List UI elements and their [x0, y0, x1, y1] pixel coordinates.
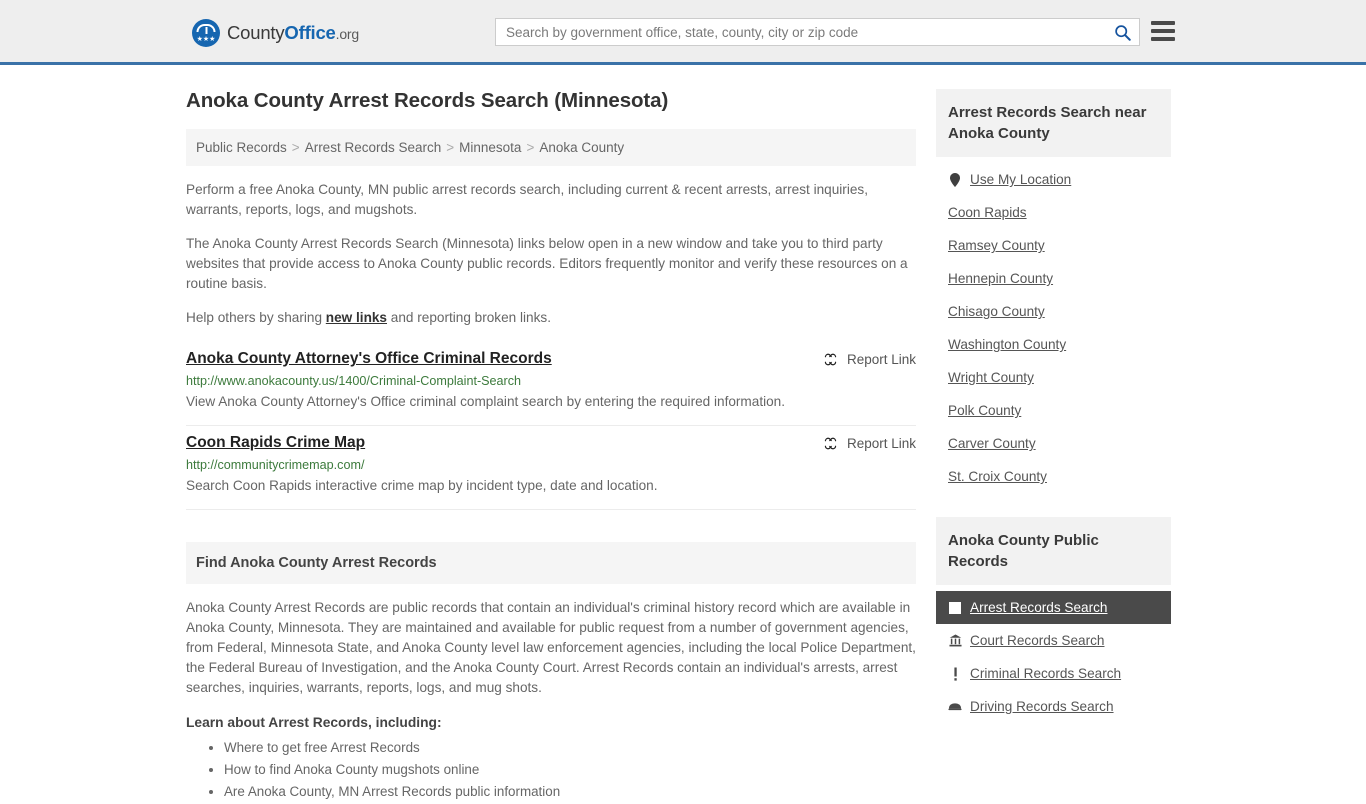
new-links-link[interactable]: new links	[326, 310, 387, 325]
report-link-button[interactable]: Report Link	[823, 350, 916, 367]
sidebar-nearby-list: Use My Location Coon Rapids Ramsey Count…	[936, 157, 1171, 493]
sidebar-item-label[interactable]: Washington County	[948, 337, 1066, 352]
sidebar-item-arrest-records-search[interactable]: Arrest Records Search	[936, 591, 1171, 624]
search-input[interactable]	[496, 19, 1105, 45]
sidebar-item-washington-county[interactable]: Washington County	[936, 328, 1171, 361]
breadcrumb-item-public-records[interactable]: Public Records	[196, 140, 287, 155]
search-bar	[495, 18, 1140, 46]
breadcrumb-separator: >	[446, 140, 455, 155]
sidebar-item-use-my-location[interactable]: Use My Location	[936, 163, 1171, 196]
result-url: http://communitycrimemap.com/	[186, 458, 365, 472]
breadcrumb-item-minnesota[interactable]: Minnesota	[459, 140, 521, 155]
hamburger-menu-icon[interactable]	[1151, 21, 1175, 41]
result-header-row: Coon Rapids Crime Map Report Link	[186, 434, 916, 452]
sidebar-heading-near: Arrest Records Search near Anoka County	[936, 89, 1171, 157]
broken-link-icon	[824, 437, 837, 450]
breadcrumb: Public Records > Arrest Records Search > Min…	[186, 129, 916, 166]
share-text-after: and reporting broken links.	[387, 310, 551, 325]
sidebar-item-label[interactable]: Court Records Search	[970, 633, 1104, 648]
sidebar-item-label[interactable]: Use My Location	[970, 172, 1071, 187]
hamburger-bar	[1151, 29, 1175, 33]
breadcrumb-item-arrest-records-search[interactable]: Arrest Records Search	[305, 140, 442, 155]
sidebar-item-st-croix-county[interactable]: St. Croix County	[936, 460, 1171, 493]
brand-prefix: County	[227, 22, 285, 43]
breadcrumb-separator: >	[526, 140, 535, 155]
sidebar-item-wright-county[interactable]: Wright County	[936, 361, 1171, 394]
sidebar-heading-public-records: Anoka County Public Records	[936, 517, 1171, 585]
brand-wordmark: CountyOffice.org	[227, 22, 359, 44]
result-description: View Anoka County Attorney's Office crim…	[186, 394, 786, 409]
sidebar-item-polk-county[interactable]: Polk County	[936, 394, 1171, 427]
result-url: http://www.anokacounty.us/1400/Criminal-…	[186, 374, 522, 388]
sidebar-item-carver-county[interactable]: Carver County	[936, 427, 1171, 460]
sidebar-item-label[interactable]: Polk County	[948, 403, 1021, 418]
list-item: Are Anoka County, MN Arrest Records publ…	[224, 782, 916, 802]
sidebar-item-label[interactable]: Chisago County	[948, 304, 1045, 319]
result-description: Search Coon Rapids interactive crime map…	[186, 478, 658, 493]
intro-paragraph-2: The Anoka County Arrest Records Search (…	[186, 236, 908, 291]
sidebar-item-coon-rapids[interactable]: Coon Rapids	[936, 196, 1171, 229]
result-title-link[interactable]: Coon Rapids Crime Map	[186, 434, 365, 452]
sidebar-item-label[interactable]: Coon Rapids	[948, 205, 1027, 220]
sidebar-item-ramsey-county[interactable]: Ramsey County	[936, 229, 1171, 262]
section-body: Anoka County Arrest Records are public r…	[186, 600, 916, 695]
sidebar-item-label[interactable]: St. Croix County	[948, 469, 1047, 484]
sidebar: Arrest Records Search near Anoka County …	[936, 65, 1171, 804]
sidebar-item-criminal-records-search[interactable]: Criminal Records Search	[936, 657, 1171, 690]
sidebar-item-hennepin-county[interactable]: Hennepin County	[936, 262, 1171, 295]
brand-tld: .org	[335, 26, 360, 42]
map-pin-icon	[948, 172, 962, 187]
search-icon	[1114, 24, 1131, 41]
intro-paragraph-3: Help others by sharing new links and rep…	[186, 308, 916, 328]
result-item: Coon Rapids Crime Map Report Link http:/…	[186, 426, 916, 510]
handcuffs-square-icon	[948, 601, 962, 614]
car-icon	[948, 702, 962, 711]
list-item: How to find Anoka County mugshots online	[224, 760, 916, 780]
share-text-before: Help others by sharing	[186, 310, 326, 325]
countyoffice-emblem-icon: ★★★	[192, 19, 220, 47]
sidebar-item-court-records-search[interactable]: Court Records Search	[936, 624, 1171, 657]
courthouse-icon	[948, 634, 962, 647]
breadcrumb-item-anoka-county[interactable]: Anoka County	[539, 140, 624, 155]
sidebar-item-label[interactable]: Hennepin County	[948, 271, 1053, 286]
result-header-row: Anoka County Attorney's Office Criminal …	[186, 350, 916, 368]
sidebar-item-label[interactable]: Carver County	[948, 436, 1036, 451]
main-column: Anoka County Arrest Records Search (Minn…	[186, 65, 916, 804]
sidebar-public-records-list: Arrest Records Search Court Records Sear…	[936, 585, 1171, 723]
learn-about-list: Where to get free Arrest Records How to …	[186, 738, 916, 802]
exclamation-icon	[948, 667, 962, 681]
section-heading: Find Anoka County Arrest Records	[186, 542, 916, 584]
page-body: Anoka County Arrest Records Search (Minn…	[0, 65, 1366, 804]
section-sub-heading: Learn about Arrest Records, including:	[186, 715, 442, 730]
sidebar-item-label[interactable]: Ramsey County	[948, 238, 1045, 253]
site-logo[interactable]: ★★★ CountyOffice.org	[192, 19, 359, 47]
site-header: ★★★ CountyOffice.org	[0, 0, 1366, 65]
page-title: Anoka County Arrest Records Search (Minn…	[186, 89, 669, 112]
result-item: Anoka County Attorney's Office Criminal …	[186, 342, 916, 426]
sidebar-item-driving-records-search[interactable]: Driving Records Search	[936, 690, 1171, 723]
sidebar-item-label[interactable]: Arrest Records Search	[970, 600, 1108, 615]
intro-paragraph-1: Perform a free Anoka County, MN public a…	[186, 182, 868, 217]
sidebar-item-label[interactable]: Wright County	[948, 370, 1034, 385]
sidebar-item-label[interactable]: Criminal Records Search	[970, 666, 1121, 681]
list-item: Where to get free Arrest Records	[224, 738, 916, 758]
sidebar-item-label[interactable]: Driving Records Search	[970, 699, 1114, 714]
sidebar-item-chisago-county[interactable]: Chisago County	[936, 295, 1171, 328]
report-link-label: Report Link	[846, 352, 916, 367]
result-title-link[interactable]: Anoka County Attorney's Office Criminal …	[186, 350, 552, 368]
report-link-button[interactable]: Report Link	[823, 434, 916, 451]
search-button[interactable]	[1105, 19, 1139, 45]
hamburger-bar	[1151, 37, 1175, 41]
hamburger-bar	[1151, 21, 1175, 25]
broken-link-icon	[824, 353, 837, 366]
brand-bold: Office	[284, 22, 336, 43]
report-link-label: Report Link	[846, 436, 916, 451]
breadcrumb-separator: >	[291, 140, 300, 155]
